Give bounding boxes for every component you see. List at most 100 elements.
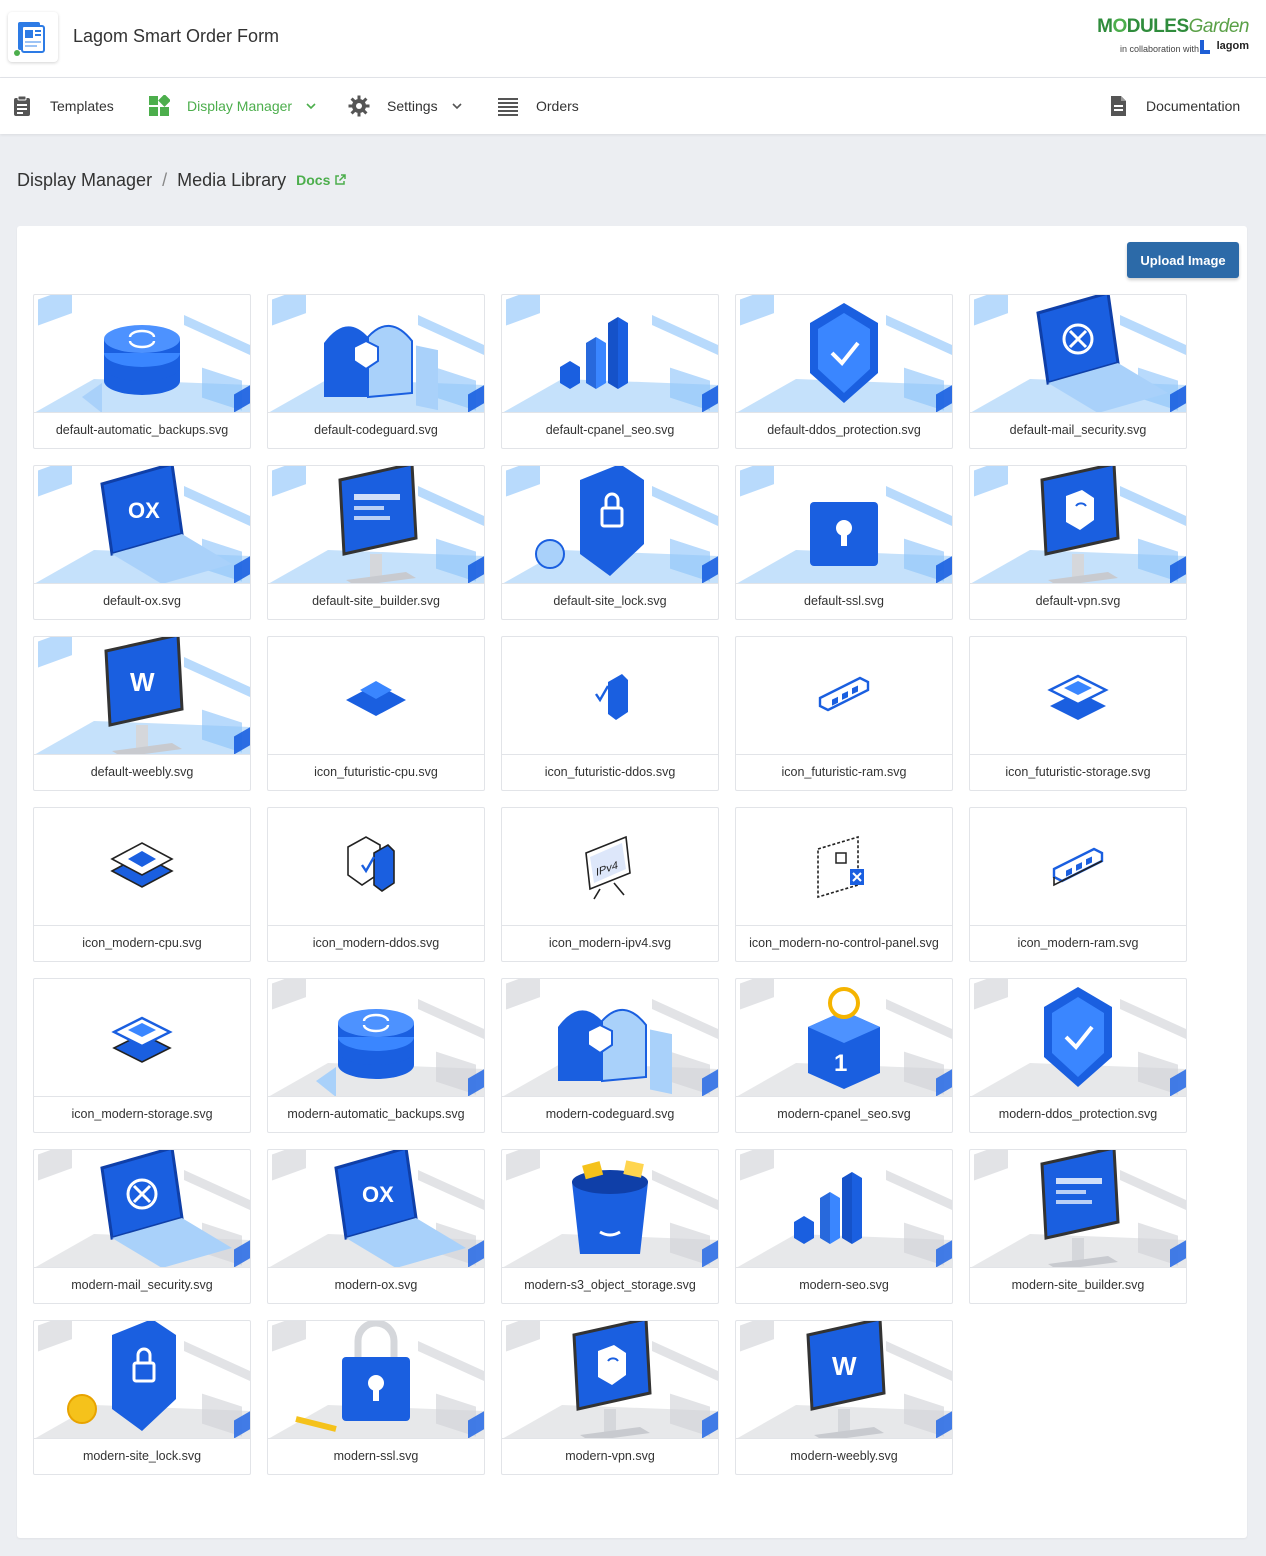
media-thumbnail[interactable]	[34, 979, 250, 1097]
media-thumbnail[interactable]: IPv4	[502, 808, 718, 926]
media-tile[interactable]: icon_modern-storage.svg	[33, 978, 251, 1133]
media-tile[interactable]: default-site_builder.svg	[267, 465, 485, 620]
nav-orders[interactable]: Orders	[497, 78, 579, 134]
media-thumbnail[interactable]	[970, 979, 1186, 1097]
media-tile[interactable]: 1 modern-cpanel_seo.svg	[735, 978, 953, 1133]
app-header: Lagom Smart Order Form MODULESGarden in …	[0, 0, 1266, 78]
monitor-weebly-icon: W	[737, 1321, 952, 1438]
media-thumbnail[interactable]: OX	[268, 1150, 484, 1268]
media-thumbnail[interactable]	[268, 808, 484, 926]
media-thumbnail[interactable]: W	[34, 637, 250, 755]
media-thumbnail[interactable]	[970, 466, 1186, 584]
media-filename: icon_modern-ipv4.svg	[548, 936, 672, 950]
nav-settings[interactable]: Settings	[348, 78, 462, 134]
media-tile[interactable]: default-automatic_backups.svg	[33, 294, 251, 449]
media-thumbnail[interactable]	[736, 637, 952, 755]
media-thumbnail[interactable]: OX	[34, 466, 250, 584]
breadcrumb-parent[interactable]: Display Manager	[17, 170, 152, 191]
bar-chart-icon	[737, 1150, 952, 1267]
monitor-vpn-icon	[503, 1321, 718, 1438]
media-filename: modern-s3_object_storage.svg	[524, 1278, 696, 1292]
bar-chart-icon	[503, 295, 718, 412]
storage-icon	[111, 1016, 173, 1063]
media-thumbnail[interactable]	[34, 808, 250, 926]
media-tile[interactable]: icon_modern-cpu.svg	[33, 807, 251, 962]
media-thumbnail[interactable]	[502, 466, 718, 584]
nav-documentation[interactable]: Documentation	[1107, 78, 1240, 134]
media-tile[interactable]: default-ddos_protection.svg	[735, 294, 953, 449]
media-tile[interactable]: icon_futuristic-storage.svg	[969, 636, 1187, 791]
media-thumbnail[interactable]	[268, 979, 484, 1097]
media-tile[interactable]: modern-s3_object_storage.svg	[501, 1149, 719, 1304]
media-tile[interactable]: modern-seo.svg	[735, 1149, 953, 1304]
docs-link-label: Docs	[296, 172, 331, 188]
laptop-ox-icon: OX	[269, 1150, 484, 1267]
app-logo[interactable]	[8, 12, 58, 62]
media-thumbnail[interactable]	[970, 808, 1186, 926]
media-tile[interactable]: default-codeguard.svg	[267, 294, 485, 449]
media-tile[interactable]: default-vpn.svg	[969, 465, 1187, 620]
nav-settings-label: Settings	[387, 98, 438, 114]
media-tile[interactable]: OX modern-ox.svg	[267, 1149, 485, 1304]
media-thumbnail[interactable]: W	[736, 1321, 952, 1439]
media-thumbnail[interactable]	[970, 1150, 1186, 1268]
media-tile[interactable]: IPv4 icon_modern-ipv4.svg	[501, 807, 719, 962]
media-thumbnail[interactable]	[268, 466, 484, 584]
media-thumbnail[interactable]	[502, 295, 718, 413]
docs-link[interactable]: Docs	[296, 172, 347, 188]
media-tile[interactable]: modern-site_lock.svg	[33, 1320, 251, 1475]
media-tile[interactable]: default-mail_security.svg	[969, 294, 1187, 449]
media-tile[interactable]: modern-ssl.svg	[267, 1320, 485, 1475]
media-thumbnail[interactable]	[268, 295, 484, 413]
media-thumbnail[interactable]	[34, 1150, 250, 1268]
media-tile[interactable]: icon_futuristic-ram.svg	[735, 636, 953, 791]
media-thumbnail[interactable]	[736, 1150, 952, 1268]
media-thumbnail[interactable]	[502, 979, 718, 1097]
order-form-logo-icon	[14, 22, 45, 56]
nav-display-manager[interactable]: Display Manager	[148, 78, 316, 134]
breadcrumb-separator: /	[162, 169, 168, 190]
svg-text:1: 1	[834, 1050, 847, 1077]
media-thumbnail[interactable]	[34, 1321, 250, 1439]
media-thumbnail[interactable]	[268, 1321, 484, 1439]
nav-documentation-label: Documentation	[1146, 98, 1241, 114]
media-thumbnail[interactable]	[736, 808, 952, 926]
media-tile[interactable]: icon_modern-ram.svg	[969, 807, 1187, 962]
modulesgarden-brand-logo[interactable]: MODULESGarden in collaboration with lago…	[1097, 16, 1250, 62]
media-thumbnail[interactable]	[502, 637, 718, 755]
media-tile[interactable]: icon_futuristic-cpu.svg	[267, 636, 485, 791]
media-tile[interactable]: icon_modern-no-control-panel.svg	[735, 807, 953, 962]
media-thumbnail[interactable]	[736, 295, 952, 413]
media-thumbnail[interactable]	[736, 466, 952, 584]
media-tile[interactable]: modern-codeguard.svg	[501, 978, 719, 1133]
media-tile[interactable]: icon_futuristic-ddos.svg	[501, 636, 719, 791]
media-tile[interactable]: modern-automatic_backups.svg	[267, 978, 485, 1133]
media-filename: default-ddos_protection.svg	[767, 423, 921, 437]
media-tile[interactable]: modern-ddos_protection.svg	[969, 978, 1187, 1133]
media-tile[interactable]: modern-vpn.svg	[501, 1320, 719, 1475]
monitor-vpn-icon	[971, 466, 1186, 583]
media-tile[interactable]: default-site_lock.svg	[501, 465, 719, 620]
media-tile[interactable]: Wdefault-weebly.svg	[33, 636, 251, 791]
media-tile[interactable]: Wmodern-weebly.svg	[735, 1320, 953, 1475]
padlock-icon	[269, 1321, 484, 1438]
media-thumbnail[interactable]	[970, 637, 1186, 755]
media-thumbnail[interactable]	[970, 295, 1186, 413]
media-thumbnail[interactable]	[502, 1150, 718, 1268]
nav-templates[interactable]: Templates	[11, 78, 114, 134]
bucket-icon	[503, 1150, 718, 1267]
media-thumbnail[interactable]	[268, 637, 484, 755]
media-tile[interactable]: default-ssl.svg	[735, 465, 953, 620]
media-tile[interactable]: OX default-ox.svg	[33, 465, 251, 620]
media-tile[interactable]: modern-site_builder.svg	[969, 1149, 1187, 1304]
media-tile[interactable]: modern-mail_security.svg	[33, 1149, 251, 1304]
media-thumbnail[interactable]	[34, 295, 250, 413]
media-thumbnail[interactable]	[502, 1321, 718, 1439]
seo-cube-icon: 1	[737, 979, 952, 1096]
media-thumbnail[interactable]: 1	[736, 979, 952, 1097]
media-tile[interactable]: icon_modern-ddos.svg	[267, 807, 485, 962]
media-tile[interactable]: default-cpanel_seo.svg	[501, 294, 719, 449]
ddos-tag-icon	[595, 674, 628, 720]
database-sync-icon	[269, 979, 484, 1096]
upload-image-button[interactable]: Upload Image	[1127, 242, 1239, 278]
